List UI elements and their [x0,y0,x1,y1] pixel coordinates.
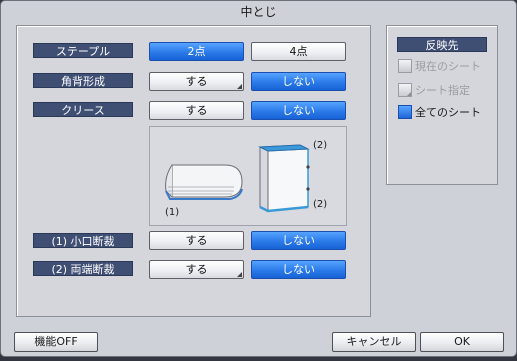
specify-sheet-option[interactable]: シート指定 [398,82,488,100]
crease-on-button[interactable]: する [149,101,244,120]
staple-2-point-button[interactable]: 2点 [149,42,244,61]
fore-edge-trim-on-button[interactable]: する [149,231,244,250]
both-ends-trim-label: (2) 両端断裁 [33,261,133,276]
submenu-corner-icon [237,272,242,277]
illustration-label-2-bottom: (2) [313,199,328,210]
function-off-button[interactable]: 機能OFF [14,332,98,352]
illustration-label-2-top: (2) [313,140,328,151]
both-ends-trim-on-label: する [185,263,208,276]
all-sheets-checkbox[interactable] [398,105,412,119]
specify-sheet-checkbox[interactable] [398,83,412,97]
current-sheet-checkbox[interactable] [398,59,412,73]
fore-edge-trim-label: (1) 小口断裁 [33,233,133,248]
dialog-title: 中とじ [240,5,277,19]
specify-sheet-label: シート指定 [415,84,470,97]
square-back-on-label: する [185,75,208,88]
cancel-button[interactable]: キャンセル [332,332,416,352]
apply-to-title: 反映先 [397,37,487,52]
all-sheets-option[interactable]: 全てのシート [398,104,488,122]
fore-edge-trim-off-button[interactable]: しない [251,231,346,250]
both-ends-trim-off-button[interactable]: しない [251,260,346,279]
submenu-corner-icon [407,92,411,96]
folded-booklet-icon [165,164,243,200]
crease-label: クリース [33,102,133,117]
crease-off-label: しない [282,104,315,117]
staple-4-point-label: 4点 [289,45,308,58]
staple-2-point-label: 2点 [187,45,206,58]
both-ends-trim-on-button[interactable]: する [149,260,244,279]
square-back-off-button[interactable]: しない [251,72,346,91]
square-back-on-button[interactable]: する [149,72,244,91]
staple-label: ステープル [33,43,133,58]
fore-edge-trim-off-label: しない [282,234,315,247]
square-back-off-label: しない [282,75,315,88]
crease-on-label: する [185,104,208,117]
staple-4-point-button[interactable]: 4点 [251,42,346,61]
crease-off-button[interactable]: しない [251,101,346,120]
fore-edge-trim-on-label: する [185,234,208,247]
current-sheet-option[interactable]: 現在のシート [398,58,488,76]
ok-button[interactable]: OK [420,332,504,352]
illustration-label-1: (1) [165,207,180,218]
both-ends-trim-off-label: しない [282,263,315,276]
booklet-illustration: (1) (2) (2) [149,126,347,226]
all-sheets-label: 全てのシート [415,106,481,119]
submenu-corner-icon [237,84,242,89]
square-back-label: 角背形成 [33,73,133,88]
current-sheet-label: 現在のシート [415,60,481,73]
saddle-stitch-dialog: 中とじ ステープル 2点 4点 角背形成 する しない クリース する しない [0,0,517,357]
standing-booklet-icon [258,144,310,213]
